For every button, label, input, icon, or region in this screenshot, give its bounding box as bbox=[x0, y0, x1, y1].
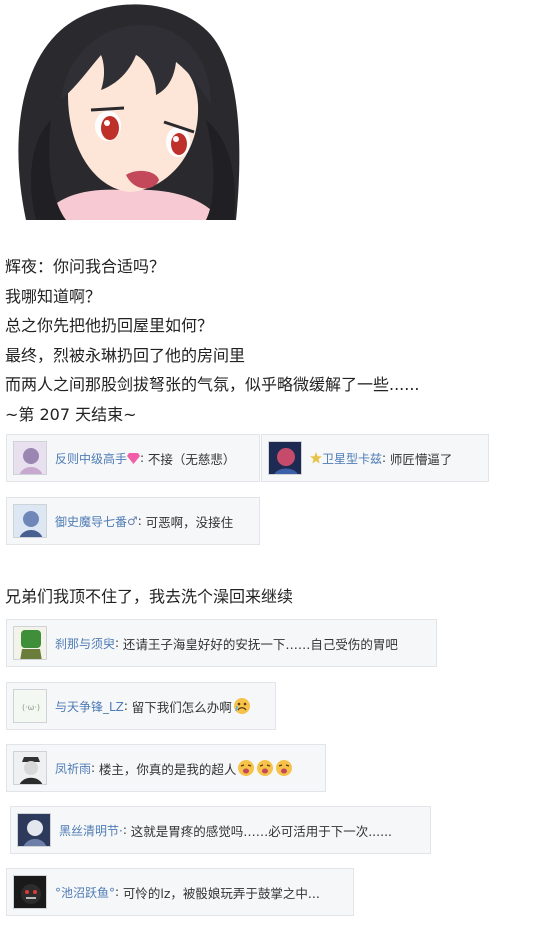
username[interactable]: 御史魔导七番 bbox=[55, 513, 127, 530]
comment-text: 可恶啊，没接住 bbox=[145, 514, 234, 530]
comment-item[interactable]: 御史魔导七番 ♂ : 可恶啊，没接住 bbox=[6, 497, 260, 545]
avatar[interactable] bbox=[13, 875, 47, 909]
comment-text: 留下我们怎么办啊 bbox=[131, 699, 232, 715]
cheering-face-emoji-icon bbox=[238, 760, 255, 776]
comment-text: 师匠懵逼了 bbox=[389, 451, 453, 467]
post-body: 兄弟们我顶不住了，我去洗个澡回来继续 bbox=[5, 587, 294, 606]
avatar[interactable] bbox=[268, 441, 302, 475]
username[interactable]: 反则中级高手 bbox=[55, 450, 127, 467]
post-line: 我哪知道啊？ bbox=[5, 286, 102, 306]
character-portrait bbox=[6, 0, 243, 220]
username[interactable]: 卫星型卡兹 bbox=[322, 450, 382, 467]
comment-text: 可怜的lz，被骰娘玩弄于鼓掌之中... bbox=[122, 885, 320, 901]
comment-item[interactable]: 黑丝清明节· : 这就是胃疼的感觉吗……必可活用于下一次...... bbox=[10, 806, 431, 854]
comment-text: 还请王子海皇好好的安抚一下……自己受伤的胃吧 bbox=[122, 636, 398, 652]
comment-text: 这就是胃疼的感觉吗……必可活用于下一次...... bbox=[130, 823, 393, 839]
comment-item[interactable]: 凤祈雨 : 楼主，你真的是我的超人 bbox=[6, 744, 326, 792]
comment-item[interactable]: 刹那与须臾 : 还请王子海皇好好的安抚一下……自己受伤的胃吧 bbox=[6, 619, 437, 667]
username[interactable]: 与天争锋_LZ bbox=[55, 698, 124, 715]
post-line: 而两人之间那股剑拔弩张的气氛，似乎略微缓解了一些...... bbox=[5, 375, 420, 394]
avatar[interactable] bbox=[13, 626, 47, 660]
avatar[interactable] bbox=[13, 504, 47, 538]
comment-item[interactable]: 卫星型卡兹 : 师匠懵逼了 bbox=[261, 434, 489, 482]
comment-text: 楼主，你真的是我的超人 bbox=[98, 761, 237, 777]
username[interactable]: 凤祈雨 bbox=[55, 760, 91, 777]
post-body: 辉夜：你问我合适吗？ 我哪知道啊？ 总之你先把他扔回屋里如何？ 最终，烈被永琳扔… bbox=[5, 252, 550, 429]
username[interactable]: 黑丝清明节· bbox=[59, 822, 123, 839]
username[interactable]: 刹那与须臾 bbox=[55, 635, 115, 652]
cheering-face-emoji-icon bbox=[257, 760, 274, 776]
post-line: 总之你先把他扔回屋里如何？ bbox=[5, 316, 214, 335]
post-line: 辉夜：你问我合适吗？ bbox=[5, 257, 166, 276]
comment-text: 不接（无慈悲） bbox=[147, 451, 236, 467]
avatar[interactable]: (·ω·) bbox=[13, 689, 47, 723]
avatar[interactable] bbox=[13, 441, 47, 475]
comment-item[interactable]: (·ω·) 与天争锋_LZ : 留下我们怎么办啊 bbox=[6, 682, 276, 730]
crying-face-emoji-icon bbox=[233, 698, 250, 714]
diamond-badge-icon bbox=[127, 452, 141, 464]
comment-item[interactable]: 反则中级高手 : 不接（无慈悲） bbox=[6, 434, 260, 482]
svg-text:(·ω·): (·ω·) bbox=[22, 703, 40, 712]
avatar[interactable] bbox=[13, 751, 47, 785]
avatar[interactable] bbox=[17, 813, 51, 847]
male-symbol-icon: ♂ bbox=[127, 514, 138, 528]
star-badge-icon bbox=[310, 452, 322, 464]
cheering-face-emoji-icon bbox=[276, 760, 293, 776]
comment-item[interactable]: °池沼跃鱼° : 可怜的lz，被骰娘玩弄于鼓掌之中... bbox=[6, 868, 354, 916]
post-line: 最终，烈被永琳扔回了他的房间里 bbox=[5, 345, 246, 365]
username[interactable]: °池沼跃鱼° bbox=[55, 884, 115, 901]
post-line: ~第 207 天结束~ bbox=[5, 404, 137, 424]
